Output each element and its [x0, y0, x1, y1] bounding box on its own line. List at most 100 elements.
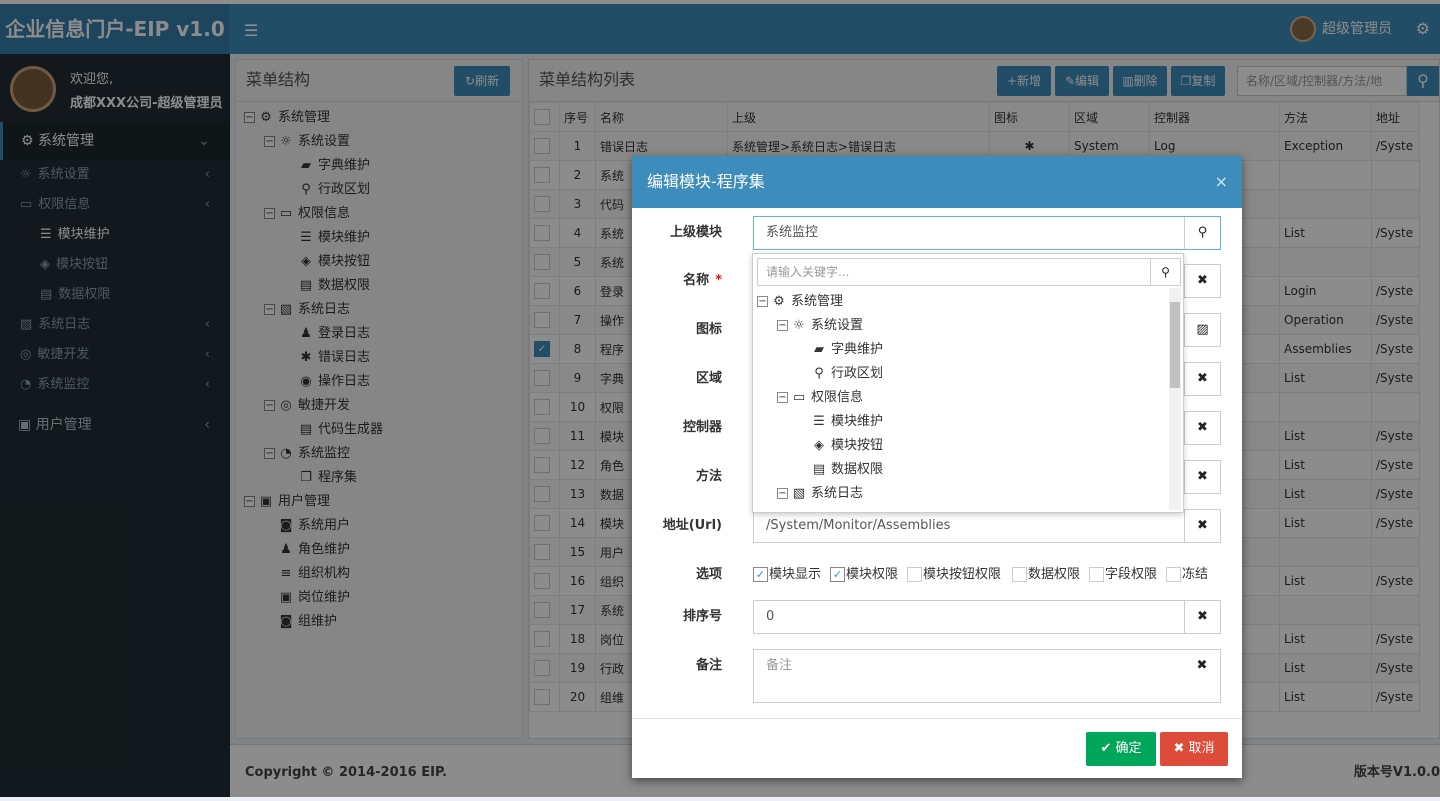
tree-node-label: 数据权限	[831, 462, 884, 477]
options-row: 选项 ✓ 模块显示 ✓ 模块权限 模块按钮权限 数据权限 字段权限 冻结	[632, 558, 1242, 592]
tree-node-label: 系统管理	[791, 294, 844, 309]
dropdown-search-input[interactable]: 请输入关键字... ⚲	[757, 258, 1181, 286]
tree-node[interactable]: ☰ 模块维护	[757, 410, 1167, 434]
url-value: /System/Monitor/Assemblies	[766, 518, 951, 533]
option-label: 模块按钮权限	[923, 567, 1002, 582]
controller-label: 控制器	[682, 420, 722, 435]
url-label: 地址(Url)	[662, 518, 722, 533]
tree-node[interactable]: ◈ 模块按钮	[757, 434, 1167, 458]
image-icon[interactable]: ▨	[1184, 314, 1220, 346]
option-checkbox[interactable]: ✓ 模块权限	[830, 558, 898, 592]
checkbox-box[interactable]	[907, 567, 922, 582]
name-label: 名称 *	[652, 264, 722, 298]
order-row: 排序号 0 ✖	[632, 600, 1242, 634]
tree-node-label: 系统日志	[811, 486, 864, 501]
order-label: 排序号	[682, 609, 722, 624]
clear-icon[interactable]: ✖	[1184, 412, 1220, 444]
remark-textarea[interactable]: 备注 ✖	[753, 649, 1221, 703]
options-label: 选项	[695, 567, 722, 582]
option-checkbox[interactable]: ✓ 模块显示	[753, 558, 821, 592]
url-input[interactable]: /System/Monitor/Assemblies ✖	[753, 509, 1221, 543]
tree-node[interactable]: − ☼ 系统设置	[757, 314, 1167, 338]
node-icon: ▤	[812, 462, 826, 477]
dropdown-tree: − ⚙ 系统管理 − ☼ 系统设置 ▰ 字典维护 ⚲ 行政区划 − ▭ 权限信息 ☰ 模块维护 ◈ 模块按钮 ▤ 数…	[757, 288, 1167, 510]
option-checkbox[interactable]: 字段权限	[1089, 558, 1157, 592]
checkbox-box[interactable]	[1166, 567, 1181, 582]
node-icon: ☰	[813, 414, 825, 429]
checkbox-box[interactable]	[1012, 567, 1027, 582]
name-label-text: 名称	[683, 273, 710, 288]
collapse-toggle-icon[interactable]: −	[777, 320, 788, 331]
collapse-toggle-icon[interactable]: −	[757, 296, 768, 307]
clear-icon[interactable]: ✖	[1184, 650, 1220, 682]
option-label: 数据权限	[1028, 567, 1081, 582]
tree-node-label: 行政区划	[831, 366, 884, 381]
option-label: 字段权限	[1105, 567, 1158, 582]
tree-node-label: 权限信息	[811, 390, 864, 405]
tree-node-label: 模块维护	[831, 414, 884, 429]
method-label: 方法	[695, 469, 722, 484]
cancel-button[interactable]: ✖ 取消	[1160, 732, 1228, 766]
tree-node[interactable]: ⚲ 行政区划	[757, 362, 1167, 386]
tree-node[interactable]: ▰ 字典维护	[757, 338, 1167, 362]
checkbox-box[interactable]	[1089, 567, 1104, 582]
dialog-footer: ✔ 确定 ✖ 取消	[632, 718, 1242, 778]
option-label: 模块权限	[846, 567, 899, 582]
parent-module-input[interactable]: 系统监控 ⚲	[753, 216, 1221, 250]
confirm-button[interactable]: ✔ 确定	[1086, 732, 1156, 766]
remark-label: 备注	[695, 658, 722, 673]
search-icon[interactable]: ⚲	[1184, 217, 1220, 249]
clear-icon[interactable]: ✖	[1184, 461, 1220, 493]
clear-icon[interactable]: ✖	[1184, 510, 1220, 542]
node-icon: ▭	[792, 390, 806, 405]
collapse-toggle-icon[interactable]: −	[777, 392, 788, 403]
tree-node[interactable]: ▤ 数据权限	[757, 458, 1167, 482]
node-icon: ◈	[814, 438, 824, 453]
parent-value: 系统监控	[766, 225, 819, 240]
edit-module-dialog: 编辑模块-程序集 × 上级模块 系统监控 ⚲ 名称 * ✖ 图标 ▨ 区域 ✖ 控制…	[632, 156, 1242, 778]
tree-node-label: 字典维护	[831, 342, 884, 357]
dropdown-scrollbar[interactable]	[1169, 288, 1181, 510]
icon-label: 图标	[695, 322, 722, 337]
tree-node-label: 系统设置	[811, 318, 864, 333]
remark-placeholder: 备注	[766, 658, 793, 673]
node-icon: ▧	[792, 486, 806, 501]
tree-node[interactable]: − ▧ 系统日志	[757, 482, 1167, 506]
node-icon: ⚙	[773, 294, 785, 309]
node-icon: ▰	[814, 342, 824, 357]
dialog-header: 编辑模块-程序集 ×	[632, 156, 1242, 208]
clear-icon[interactable]: ✖	[1184, 363, 1220, 395]
clear-icon[interactable]: ✖	[1184, 265, 1220, 297]
tree-node[interactable]: − ▭ 权限信息	[757, 386, 1167, 410]
required-marker: *	[715, 273, 722, 288]
node-icon: ⚲	[814, 366, 824, 381]
dropdown-search-placeholder: 请输入关键字...	[766, 265, 850, 279]
option-checkbox[interactable]: 模块按钮权限	[907, 558, 1001, 592]
close-icon[interactable]: ×	[1215, 156, 1228, 208]
clear-icon[interactable]: ✖	[1184, 601, 1220, 633]
url-row: 地址(Url) /System/Monitor/Assemblies ✖	[632, 509, 1242, 543]
option-checkbox[interactable]: 冻结	[1166, 558, 1208, 592]
parent-label: 上级模块	[669, 225, 722, 240]
tree-node[interactable]: ♟登录日志	[757, 506, 1167, 510]
cancel-label: 取消	[1188, 741, 1215, 756]
option-label: 冻结	[1182, 567, 1209, 582]
tree-node-label: 模块按钮	[831, 438, 884, 453]
collapse-toggle-icon[interactable]: −	[777, 488, 788, 499]
option-label: 模块显示	[769, 567, 822, 582]
option-checkbox[interactable]: 数据权限	[1012, 558, 1080, 592]
confirm-label: 确定	[1115, 741, 1142, 756]
order-value: 0	[766, 609, 775, 624]
scrollbar-thumb[interactable]	[1170, 302, 1180, 388]
parent-module-dropdown: 请输入关键字... ⚲ − ⚙ 系统管理 − ☼ 系统设置 ▰ 字典维护 ⚲ 行政区划 − ▭ 权限信息 ☰…	[752, 253, 1184, 513]
area-label: 区域	[695, 371, 722, 386]
remark-row: 备注 备注 ✖	[632, 649, 1242, 703]
tree-node[interactable]: − ⚙ 系统管理	[757, 290, 1167, 314]
checkbox-box[interactable]: ✓	[830, 567, 845, 582]
parent-module-row: 上级模块 系统监控 ⚲	[632, 216, 1242, 250]
dialog-title: 编辑模块-程序集	[647, 172, 765, 191]
search-icon[interactable]: ⚲	[1150, 259, 1180, 285]
order-input[interactable]: 0 ✖	[753, 600, 1221, 634]
checkbox-box[interactable]: ✓	[753, 567, 768, 582]
node-icon: ♟	[811, 506, 827, 510]
